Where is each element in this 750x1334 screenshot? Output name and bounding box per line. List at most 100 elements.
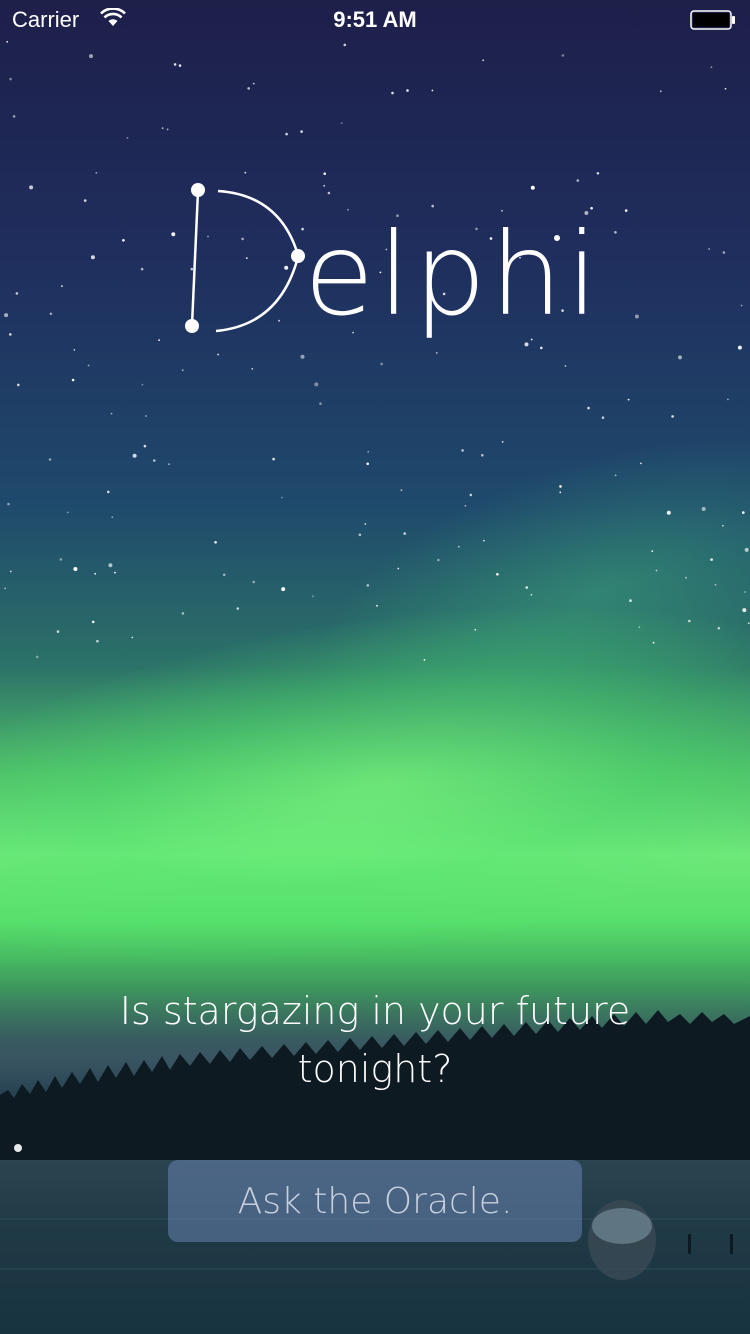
star [9, 333, 12, 336]
star [73, 567, 78, 571]
star [9, 570, 12, 573]
star [166, 128, 169, 131]
clock: 9:51 AM [333, 7, 417, 32]
star [685, 576, 687, 579]
star [744, 547, 749, 552]
star [272, 457, 275, 461]
star [300, 130, 303, 133]
star [614, 474, 617, 477]
star [29, 185, 34, 190]
star [652, 641, 655, 644]
star [367, 450, 370, 453]
app-logo-text: elphi [304, 208, 603, 341]
star [251, 368, 254, 370]
star [431, 89, 434, 92]
star [49, 312, 53, 316]
star [181, 369, 184, 372]
star [501, 441, 504, 443]
star [601, 416, 605, 420]
star [132, 453, 137, 458]
star [236, 607, 240, 610]
star [457, 545, 460, 548]
star [244, 171, 247, 174]
star [366, 462, 370, 466]
star [496, 573, 499, 576]
star [281, 587, 286, 592]
star [624, 209, 628, 212]
star [285, 132, 288, 136]
star [281, 496, 283, 499]
star [143, 444, 147, 448]
star [108, 563, 113, 568]
star [634, 314, 639, 319]
star [525, 586, 528, 589]
star [678, 355, 682, 360]
ask-oracle-button[interactable]: Ask the Oracle. [168, 1160, 582, 1242]
star [666, 510, 671, 515]
star [145, 415, 148, 417]
star [737, 345, 742, 350]
star [740, 304, 743, 307]
star [724, 87, 727, 90]
star [114, 571, 116, 574]
star [530, 593, 533, 596]
star [90, 255, 95, 260]
star [747, 622, 750, 625]
star [4, 587, 6, 590]
star [744, 591, 746, 593]
star [340, 122, 343, 124]
star [701, 507, 706, 511]
star [627, 398, 630, 401]
star [61, 285, 63, 287]
star [464, 504, 467, 507]
star [727, 398, 729, 401]
star [12, 115, 16, 118]
star [173, 63, 177, 66]
star [161, 127, 164, 130]
star [95, 172, 98, 174]
star [376, 604, 378, 607]
star [559, 491, 562, 494]
star [140, 267, 144, 271]
star [158, 339, 161, 341]
star [7, 502, 10, 506]
star [481, 453, 484, 457]
star [437, 558, 440, 562]
star [722, 251, 726, 254]
star [66, 511, 69, 514]
star [640, 462, 642, 465]
star [15, 292, 19, 295]
tagline: Is stargazing in your future tonight? [119, 989, 631, 1091]
star [141, 383, 144, 386]
star [710, 558, 713, 561]
star [364, 523, 367, 525]
star [56, 630, 60, 633]
star [83, 199, 87, 202]
star [708, 248, 710, 250]
star [6, 40, 9, 43]
star [659, 90, 662, 93]
star [482, 59, 485, 62]
star [35, 655, 39, 659]
app-screen: Carrier 9:51 AM elphi Is stargazing in y… [0, 0, 750, 1334]
star [131, 636, 134, 639]
star [71, 378, 75, 382]
star [94, 572, 96, 575]
star [4, 313, 9, 318]
star [587, 406, 590, 410]
star [614, 231, 617, 234]
star [107, 490, 110, 494]
star [397, 567, 400, 570]
star [423, 659, 426, 661]
status-bar: Carrier 9:51 AM [0, 0, 750, 40]
star [688, 619, 691, 623]
star [247, 87, 250, 90]
star [48, 458, 52, 461]
star [222, 573, 226, 577]
star [91, 620, 95, 624]
star [564, 365, 567, 367]
star [343, 43, 347, 47]
star [561, 54, 565, 57]
star [474, 628, 477, 631]
star [168, 463, 171, 465]
